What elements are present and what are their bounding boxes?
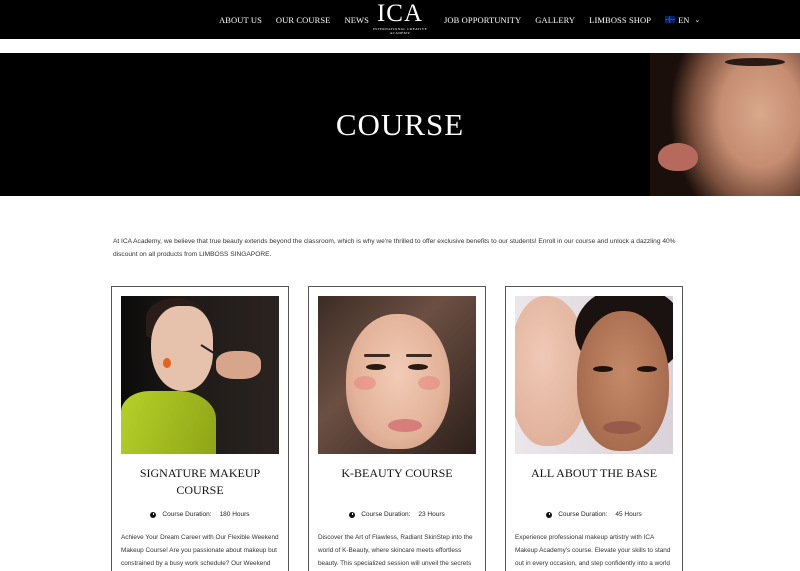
image-lips xyxy=(388,419,422,432)
image-eye xyxy=(593,366,613,372)
duration-label: Course Duration: xyxy=(361,511,411,518)
course-description: Achieve Your Dream Career with Our Flexi… xyxy=(121,534,279,568)
image-lips xyxy=(603,421,641,434)
course-description: Discover the Art of Flawless, Radiant Sk… xyxy=(318,534,473,568)
duration-label: Course Duration: xyxy=(162,511,212,518)
page-title: COURSE xyxy=(335,106,465,142)
course-card-signature-makeup[interactable]: SIGNATURE MAKEUP COURSE Course Duration:… xyxy=(111,286,289,571)
image-cheek xyxy=(354,376,376,390)
clock-icon xyxy=(546,511,553,518)
image-jacket xyxy=(121,391,216,454)
nav-job-opportunity[interactable]: JOB OPPORTUNITY xyxy=(444,15,521,25)
image-eye xyxy=(366,364,386,370)
course-description: Experience professional makeup artistry … xyxy=(515,534,671,568)
nav-right: JOB OPPORTUNITY GALLERY LIMBOSS SHOP EN … xyxy=(444,0,700,39)
clock-icon xyxy=(150,511,157,518)
intro-text: At ICA Academy, we believe that true bea… xyxy=(113,238,676,258)
logo-mark: ICA xyxy=(376,0,424,27)
nav-gallery[interactable]: GALLERY xyxy=(535,15,575,25)
chevron-down-icon: ⌄ xyxy=(694,15,701,24)
image-cheek xyxy=(418,376,440,390)
course-image[interactable] xyxy=(121,296,279,454)
duration-value: 45 Hours xyxy=(615,511,642,518)
clock-icon xyxy=(349,511,356,518)
course-image[interactable] xyxy=(318,296,476,454)
image-face xyxy=(151,306,213,391)
nav-limboss-shop[interactable]: LIMBOSS SHOP xyxy=(589,15,651,25)
nav-news[interactable]: NEWS xyxy=(345,15,369,25)
nav-our-course[interactable]: OUR COURSE xyxy=(276,15,331,25)
course-card-k-beauty[interactable]: K-BEAUTY COURSE Course Duration: 23 Hour… xyxy=(308,286,486,571)
course-card-all-about-the-base[interactable]: ALL ABOUT THE BASE Course Duration: 45 H… xyxy=(505,286,683,571)
course-duration: Course Duration: 45 Hours xyxy=(506,511,682,518)
site-logo[interactable]: ICA INTERNATIONAL CREATIVE ACADEMY xyxy=(368,0,432,39)
image-eye xyxy=(637,366,657,372)
duration-label: Course Duration: xyxy=(558,511,608,518)
logo-subtitle: INTERNATIONAL CREATIVE ACADEMY xyxy=(372,27,428,35)
image-hand xyxy=(216,351,261,379)
course-duration: Course Duration: 23 Hours xyxy=(309,511,485,518)
image-face xyxy=(346,314,450,449)
nav-about-us[interactable]: ABOUT US xyxy=(219,15,262,25)
image-eye xyxy=(408,364,428,370)
course-image[interactable] xyxy=(515,296,673,454)
image-brow xyxy=(364,354,390,357)
image-earring xyxy=(163,358,171,368)
uk-flag-icon xyxy=(665,16,676,23)
image-brow xyxy=(406,354,432,357)
course-title[interactable]: ALL ABOUT THE BASE xyxy=(506,465,682,482)
top-navigation-bar: ABOUT US OUR COURSE NEWS ICA INTERNATION… xyxy=(0,0,800,39)
duration-value: 180 Hours xyxy=(219,511,250,518)
course-duration: Course Duration: 180 Hours xyxy=(112,511,288,518)
duration-value: 23 Hours xyxy=(418,511,445,518)
course-title[interactable]: SIGNATURE MAKEUP COURSE xyxy=(112,465,288,498)
language-selector[interactable]: EN ⌄ xyxy=(665,15,700,25)
nav-left: ABOUT US OUR COURSE NEWS xyxy=(219,0,383,39)
language-label: EN xyxy=(678,14,690,25)
course-title[interactable]: K-BEAUTY COURSE xyxy=(309,465,485,482)
